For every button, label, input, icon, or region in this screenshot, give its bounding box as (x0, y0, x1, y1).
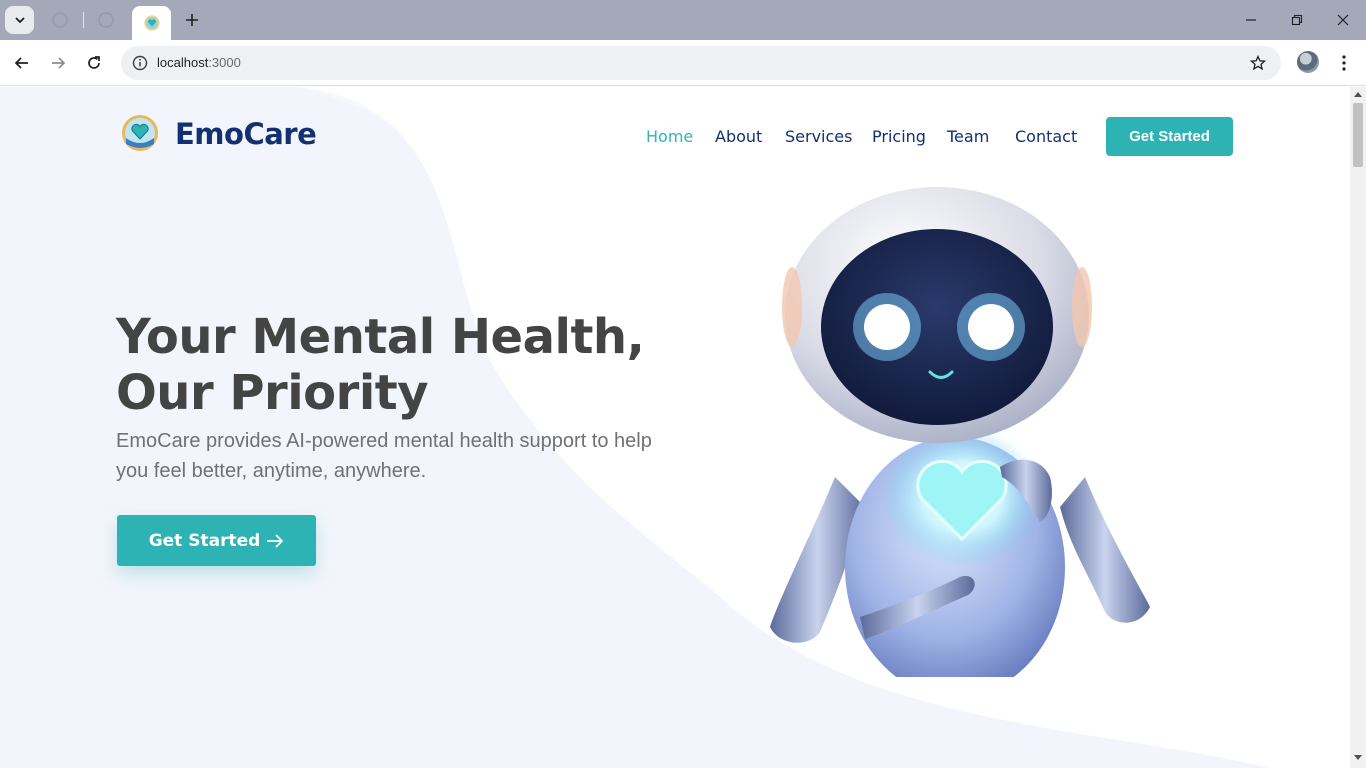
browser-menu-button[interactable] (1333, 51, 1355, 75)
background-tab-icon[interactable] (52, 12, 68, 28)
site-header: EmoCare Home About Services Pricing Team… (0, 87, 1350, 187)
profile-avatar[interactable] (1297, 51, 1319, 73)
reload-icon (88, 56, 100, 69)
address-bar[interactable]: localhost:3000 (121, 46, 1281, 80)
hero-title: Your Mental Health, Our Priority (116, 309, 645, 421)
close-window-button[interactable] (1331, 8, 1355, 32)
hero-cta-label: Get Started (148, 530, 261, 551)
minimize-icon (1246, 19, 1256, 21)
header-get-started-button[interactable]: Get Started (1106, 117, 1233, 156)
active-tab[interactable] (132, 6, 171, 40)
scrollbar-thumb[interactable] (1353, 103, 1363, 167)
nav-services[interactable]: Services (785, 127, 852, 146)
nav-pricing[interactable]: Pricing (872, 127, 926, 146)
chevron-down-icon (14, 17, 25, 24)
url-port: :3000 (208, 55, 241, 70)
url-text: localhost:3000 (157, 55, 241, 70)
url-host: localhost (157, 55, 209, 70)
nav-home[interactable]: Home (646, 127, 693, 146)
arrow-right-icon (267, 533, 284, 548)
scroll-up-arrow-icon[interactable] (1354, 92, 1362, 97)
scroll-down-arrow-icon[interactable] (1354, 755, 1362, 760)
forward-button[interactable] (46, 51, 70, 75)
arrow-right-icon (52, 57, 66, 69)
page-scrollbar[interactable] (1350, 87, 1366, 768)
background-tab-icon[interactable] (98, 12, 114, 28)
nav-team[interactable]: Team (947, 127, 989, 146)
plus-icon (186, 14, 198, 26)
close-icon (1337, 14, 1349, 26)
nav-about[interactable]: About (715, 127, 762, 146)
hero-description: EmoCare provides AI-powered mental healt… (116, 430, 652, 482)
restore-button[interactable] (1285, 8, 1309, 32)
site-info-icon[interactable] (129, 52, 151, 74)
robot-illustration (770, 187, 1150, 677)
browser-tabstrip (0, 0, 1366, 40)
back-button[interactable] (10, 51, 34, 75)
brand-name[interactable]: EmoCare (175, 117, 317, 151)
bookmark-star-icon[interactable] (1247, 52, 1269, 74)
restore-icon (1291, 14, 1303, 26)
tab-divider (83, 12, 84, 28)
minimize-button[interactable] (1239, 8, 1263, 32)
page-viewport: EmoCare Home About Services Pricing Team… (0, 87, 1350, 768)
arrow-left-icon (14, 57, 28, 69)
emocare-logo-icon[interactable] (120, 114, 160, 152)
tab-search-button[interactable] (5, 6, 34, 34)
new-tab-button[interactable] (180, 8, 204, 32)
more-vertical-icon (1342, 55, 1346, 71)
reload-button[interactable] (82, 51, 106, 75)
hero-get-started-button[interactable]: Get Started (117, 515, 316, 566)
emocare-favicon-icon (143, 15, 160, 31)
nav-contact[interactable]: Contact (1015, 127, 1077, 146)
browser-toolbar: localhost:3000 (0, 40, 1366, 86)
